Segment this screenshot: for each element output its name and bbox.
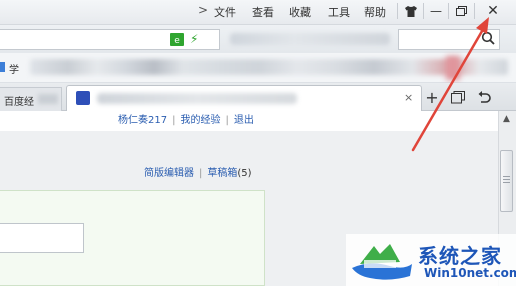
secure-icon: e [170, 33, 184, 46]
menu-favorites[interactable]: 收藏 [289, 4, 311, 20]
blurred-tab-title [97, 93, 297, 104]
menu-bar: > 文件 查看 收藏 工具 帮助 — ✕ [0, 0, 516, 24]
my-experience-link[interactable]: 我的经验 [180, 115, 220, 126]
divider: | [172, 115, 176, 126]
divider: | [225, 115, 229, 126]
bookmark-item[interactable]: 学 [9, 61, 19, 76]
menu-help[interactable]: 帮助 [364, 4, 386, 20]
drafts-count: (5) [237, 168, 252, 179]
plus-icon: + [425, 87, 439, 107]
tab-previous[interactable]: 百度经 [0, 87, 62, 111]
blurred-tab-text [38, 94, 58, 104]
close-window-button[interactable]: ✕ [478, 1, 508, 21]
favicon-icon [76, 91, 90, 105]
divider [423, 3, 424, 19]
menu-overflow-arrow[interactable]: > [198, 3, 208, 17]
scroll-grip-icon [503, 176, 510, 185]
restore-tabs-icon [451, 90, 465, 103]
simple-editor-link[interactable]: 简版编辑器 [144, 168, 194, 179]
undo-button[interactable] [475, 88, 493, 106]
drafts-link[interactable]: 草稿箱 [207, 168, 237, 179]
watermark-title: 系统之家 [418, 244, 502, 268]
address-toolbar: e ⚡ [0, 24, 516, 53]
logo-icon [352, 244, 412, 280]
minimize-button[interactable]: — [425, 1, 447, 21]
blurred-toolbar-area [230, 33, 390, 45]
title-input[interactable] [0, 223, 84, 253]
lightning-icon[interactable]: ⚡ [190, 32, 198, 46]
restore-button[interactable] [450, 1, 472, 21]
skin-icon [405, 5, 417, 17]
username-link[interactable]: 杨仁奏217 [118, 115, 167, 126]
tab-close-icon[interactable]: × [404, 91, 413, 104]
divider [474, 3, 475, 19]
new-tab-button[interactable]: + [423, 87, 441, 107]
address-input[interactable]: e ⚡ [0, 29, 220, 50]
user-links: 杨仁奏217 | 我的经验 | 退出 [118, 111, 254, 126]
undo-icon [478, 90, 491, 103]
minimize-icon: — [430, 4, 442, 18]
bookmark-icon [0, 62, 5, 72]
restore-tabs-button[interactable] [449, 88, 467, 106]
watermark-url: Win10net.com [424, 266, 516, 280]
tab-label: 百度经 [4, 97, 34, 108]
divider: | [199, 168, 203, 179]
divider [397, 3, 398, 19]
blurred-bookmarks [30, 59, 508, 75]
divider [448, 3, 449, 19]
logout-link[interactable]: 退出 [234, 115, 254, 126]
scroll-up-icon[interactable]: ▲ [503, 114, 510, 124]
tab-active[interactable]: × [66, 85, 422, 111]
svg-text:e: e [174, 36, 180, 46]
skin-button[interactable] [400, 1, 422, 21]
menu-tools[interactable]: 工具 [328, 4, 350, 20]
bookmarks-bar: 学 [0, 53, 516, 83]
search-icon[interactable] [481, 31, 495, 45]
editor-links: 简版编辑器 | 草稿箱(5) [144, 164, 252, 179]
menu-view[interactable]: 查看 [252, 4, 274, 20]
close-icon: ✕ [487, 3, 499, 19]
menu-file[interactable]: 文件 [214, 4, 236, 20]
blurred-bookmark-red [446, 56, 460, 80]
restore-icon [455, 6, 467, 16]
